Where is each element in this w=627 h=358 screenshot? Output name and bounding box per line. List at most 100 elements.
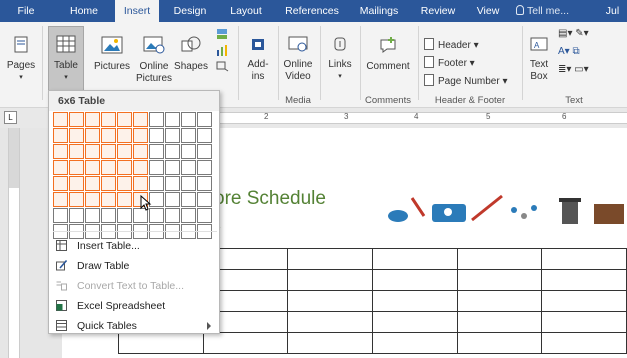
grid-cell[interactable]	[133, 144, 148, 159]
tab-file[interactable]: File	[12, 0, 40, 22]
grid-cell[interactable]	[181, 176, 196, 191]
grid-cell[interactable]	[85, 208, 100, 223]
table-cell[interactable]	[287, 290, 373, 312]
table-cell[interactable]	[371, 332, 458, 354]
grid-cell[interactable]	[133, 112, 148, 127]
grid-cell[interactable]	[117, 176, 132, 191]
grid-cell[interactable]	[165, 144, 180, 159]
grid-cell[interactable]	[69, 208, 84, 223]
page-number-button[interactable]: Page Number ▾	[424, 74, 508, 90]
grid-cell[interactable]	[117, 208, 132, 223]
grid-cell[interactable]	[197, 208, 212, 223]
tab-layout[interactable]: Layout	[226, 0, 266, 22]
grid-cell[interactable]	[53, 112, 68, 127]
tab-references[interactable]: References	[282, 0, 342, 22]
document-title[interactable]: ore Schedule	[214, 188, 326, 210]
grid-cell[interactable]	[133, 176, 148, 191]
grid-cell[interactable]	[101, 144, 116, 159]
grid-cell[interactable]	[181, 192, 196, 207]
smartart-chart-buttons[interactable]	[208, 28, 236, 76]
menu-item-convert-text[interactable]: Convert Text to Table...	[49, 276, 219, 296]
grid-cell[interactable]	[181, 144, 196, 159]
grid-cell[interactable]	[53, 160, 68, 175]
table-cell[interactable]	[541, 311, 627, 333]
table-cell[interactable]	[287, 311, 373, 333]
grid-cell[interactable]	[69, 112, 84, 127]
grid-cell[interactable]	[149, 112, 164, 127]
table-cell[interactable]	[456, 290, 543, 312]
grid-cell[interactable]	[69, 192, 84, 207]
pages-button[interactable]: Pages ▾	[6, 36, 36, 84]
tab-selector[interactable]: L	[4, 111, 17, 124]
table-cell[interactable]	[287, 269, 373, 291]
table-cell[interactable]	[371, 269, 458, 291]
grid-cell[interactable]	[197, 192, 212, 207]
grid-cell[interactable]	[69, 160, 84, 175]
addins-button[interactable]: Add- ins	[242, 36, 274, 83]
footer-button[interactable]: Footer ▾	[424, 56, 475, 72]
grid-cell[interactable]	[101, 128, 116, 143]
grid-cell[interactable]	[101, 160, 116, 175]
grid-cell[interactable]	[181, 208, 196, 223]
menu-item-quick-tables[interactable]: Quick Tables	[49, 316, 219, 336]
grid-cell[interactable]	[181, 160, 196, 175]
table-cell[interactable]	[541, 332, 627, 354]
tab-insert[interactable]: Insert	[115, 0, 159, 22]
tab-home[interactable]: Home	[66, 0, 102, 22]
grid-cell[interactable]	[197, 176, 212, 191]
menu-item-draw-table[interactable]: Draw Table	[49, 256, 219, 276]
grid-cell[interactable]	[69, 144, 84, 159]
grid-cell[interactable]	[133, 160, 148, 175]
grid-cell[interactable]	[165, 176, 180, 191]
tab-design[interactable]: Design	[170, 0, 210, 22]
grid-cell[interactable]	[101, 192, 116, 207]
header-button[interactable]: Header ▾	[424, 38, 479, 54]
online-pictures-button[interactable]: Online Pictures	[134, 36, 174, 85]
grid-cell[interactable]	[85, 128, 100, 143]
tab-user[interactable]: Jul	[598, 0, 627, 22]
tab-mailings[interactable]: Mailings	[355, 0, 403, 22]
pictures-button[interactable]: Pictures	[92, 36, 132, 73]
grid-cell[interactable]	[85, 176, 100, 191]
grid-cell[interactable]	[117, 144, 132, 159]
grid-cell[interactable]	[117, 128, 132, 143]
grid-cell[interactable]	[53, 176, 68, 191]
table-cell[interactable]	[456, 311, 543, 333]
grid-cell[interactable]	[197, 160, 212, 175]
grid-cell[interactable]	[165, 128, 180, 143]
grid-cell[interactable]	[101, 208, 116, 223]
table-button[interactable]: Table ▾	[48, 26, 84, 96]
grid-cell[interactable]	[69, 128, 84, 143]
grid-cell[interactable]	[165, 208, 180, 223]
grid-cell[interactable]	[149, 160, 164, 175]
grid-cell[interactable]	[85, 144, 100, 159]
table-cell[interactable]	[541, 290, 627, 312]
grid-cell[interactable]	[197, 144, 212, 159]
grid-cell[interactable]	[165, 160, 180, 175]
online-video-button[interactable]: Online Video	[280, 36, 316, 83]
text-tools-buttons[interactable]: ▤▾ ✎▾ A▾ ⧉ ≣▾ ▭▾	[558, 28, 618, 82]
grid-cell[interactable]	[85, 112, 100, 127]
grid-cell[interactable]	[117, 160, 132, 175]
grid-cell[interactable]	[149, 176, 164, 191]
grid-cell[interactable]	[85, 160, 100, 175]
grid-cell[interactable]	[197, 128, 212, 143]
tell-me-box[interactable]: Tell me...	[516, 0, 569, 22]
table-cell[interactable]	[456, 269, 543, 291]
table-cell[interactable]	[371, 290, 458, 312]
grid-cell[interactable]	[69, 176, 84, 191]
text-box-button[interactable]: A Text Box	[524, 36, 554, 83]
grid-cell[interactable]	[53, 192, 68, 207]
grid-cell[interactable]	[101, 112, 116, 127]
tab-view[interactable]: View	[470, 0, 506, 22]
grid-cell[interactable]	[53, 128, 68, 143]
grid-cell[interactable]	[181, 112, 196, 127]
menu-item-insert-table[interactable]: Insert Table...	[49, 236, 219, 256]
table-cell[interactable]	[541, 269, 627, 291]
table-cell[interactable]	[456, 332, 543, 354]
table-cell[interactable]	[541, 248, 627, 270]
grid-cell[interactable]	[53, 144, 68, 159]
grid-cell[interactable]	[101, 176, 116, 191]
grid-cell[interactable]	[53, 208, 68, 223]
comment-button[interactable]: Comment	[363, 36, 413, 73]
